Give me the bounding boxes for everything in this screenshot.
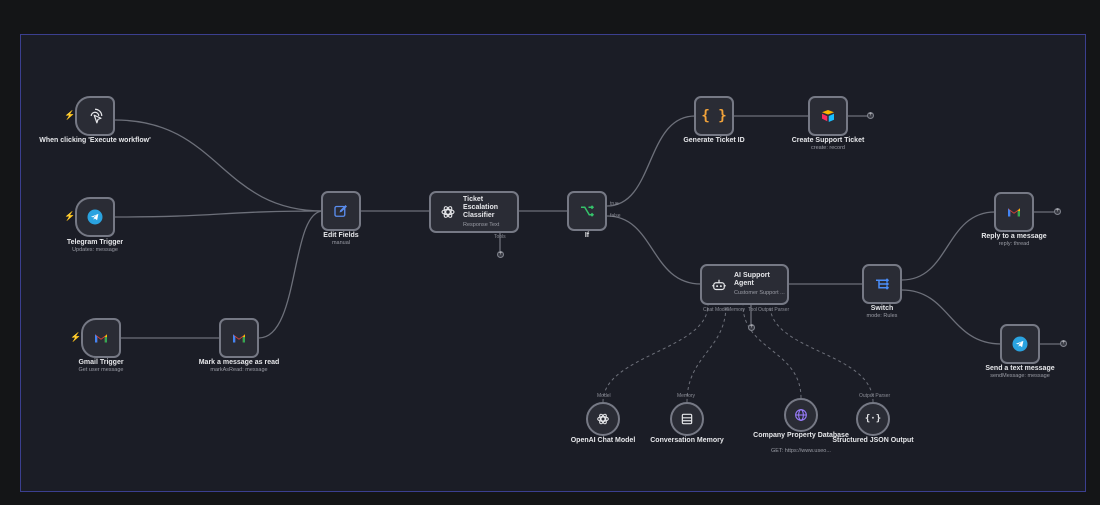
- node-ticket-classifier[interactable]: Ticket Escalation Classifier Response Te…: [429, 191, 519, 233]
- telegram-icon: [86, 208, 104, 226]
- node-edit-fields[interactable]: [321, 191, 361, 231]
- add-tool-plus-icon[interactable]: +: [497, 251, 504, 258]
- cursor-click-icon: [86, 107, 104, 125]
- openai-icon: [439, 203, 457, 221]
- reply-title: Reply to a message: [981, 233, 1047, 240]
- node-property-database[interactable]: [784, 398, 818, 432]
- gmail-icon: [1005, 203, 1023, 221]
- node-create-ticket[interactable]: [808, 96, 848, 136]
- classifier-tools-port-label: Tools: [494, 234, 506, 240]
- classifier-subtitle: Response Text: [463, 221, 500, 228]
- add-node-plus-icon[interactable]: +: [1060, 340, 1067, 347]
- agent-port-output-parser: Output Parser: [758, 307, 790, 313]
- gmail-trigger-subtitle: Get user message: [78, 367, 124, 373]
- switch-icon: [873, 275, 891, 293]
- robot-icon: [710, 276, 728, 294]
- send-telegram-title: Send a text message: [985, 365, 1055, 372]
- create-ticket-title: Create Support Ticket: [791, 137, 865, 144]
- node-generate-ticket[interactable]: { }: [694, 96, 734, 136]
- generate-ticket-title: Generate Ticket ID: [683, 137, 745, 144]
- airtable-icon: [819, 107, 837, 125]
- classifier-title: Ticket Escalation Classifier: [463, 195, 499, 219]
- add-node-plus-icon[interactable]: +: [1054, 208, 1061, 215]
- workflow-canvas[interactable]: [20, 34, 1086, 492]
- switch-subtitle: mode: Rules: [866, 313, 898, 319]
- node-json-parser[interactable]: {·}: [856, 402, 890, 436]
- node-gmail-trigger[interactable]: [81, 318, 121, 358]
- node-switch[interactable]: [862, 264, 902, 304]
- node-telegram-trigger[interactable]: [75, 197, 115, 237]
- mark-read-title: Mark a message as read: [198, 359, 280, 366]
- agent-port-tool: Tool: [748, 307, 758, 313]
- create-ticket-subtitle: create: record: [811, 145, 845, 151]
- openai-icon: [595, 411, 611, 427]
- trigger-bolt-icon: ⚡: [64, 211, 76, 221]
- node-conversation-memory[interactable]: [670, 402, 704, 436]
- gmail-trigger-title: Gmail Trigger: [78, 359, 124, 366]
- add-node-plus-icon[interactable]: +: [867, 112, 874, 119]
- send-telegram-subtitle: sendMessage: message: [990, 373, 1050, 379]
- mark-read-subtitle: markAsRead: message: [210, 367, 268, 373]
- gmail-icon: [92, 329, 110, 347]
- reply-subtitle: reply: thread: [998, 241, 1030, 247]
- edit-fields-subtitle: manual: [331, 240, 351, 246]
- node-ai-agent[interactable]: AI Support Agent Customer Support ...: [700, 264, 789, 305]
- manual-trigger-title: When clicking 'Execute workflow': [39, 137, 151, 144]
- telegram-trigger-subtitle: Updates: message: [72, 247, 118, 253]
- pencil-square-icon: [332, 202, 350, 220]
- gmail-icon: [230, 329, 248, 347]
- database-icon: [680, 412, 694, 426]
- ai-agent-subtitle: Customer Support ...: [734, 290, 785, 296]
- edit-fields-title: Edit Fields: [323, 232, 359, 239]
- if-false-port-label: false: [610, 213, 621, 219]
- model-tag: Model: [597, 393, 611, 399]
- agent-port-chat-model: Chat Model: [703, 307, 729, 313]
- memory-tag: Memory: [677, 393, 696, 399]
- node-if[interactable]: [567, 191, 607, 231]
- memory-title: Conversation Memory: [650, 437, 724, 444]
- branch-icon: [578, 202, 596, 220]
- node-mark-read[interactable]: [219, 318, 259, 358]
- json-braces-icon: {·}: [864, 414, 882, 424]
- add-agent-tool-plus-icon[interactable]: +: [748, 324, 755, 331]
- globe-icon: [793, 407, 809, 423]
- node-manual-trigger[interactable]: [75, 96, 115, 136]
- telegram-trigger-title: Telegram Trigger: [66, 239, 124, 246]
- property-db-subtitle: GET: https://www.useo...: [771, 448, 831, 454]
- trigger-bolt-icon: ⚡: [70, 332, 82, 342]
- node-send-telegram[interactable]: [1000, 324, 1040, 364]
- node-reply-message[interactable]: [994, 192, 1034, 232]
- trigger-bolt-icon: ⚡: [64, 110, 76, 120]
- output-parser-tag: Output Parser: [859, 393, 891, 399]
- switch-title: Switch: [870, 305, 894, 312]
- code-braces-icon: { }: [701, 108, 727, 124]
- if-true-port-label: true: [610, 201, 619, 207]
- agent-port-memory: Memory: [727, 307, 746, 313]
- node-openai-chat-model[interactable]: [586, 402, 620, 436]
- ai-agent-title: AI Support Agent: [734, 272, 770, 287]
- json-parser-title: Structured JSON Output: [832, 437, 914, 444]
- if-title: If: [584, 232, 590, 239]
- telegram-icon: [1011, 335, 1029, 353]
